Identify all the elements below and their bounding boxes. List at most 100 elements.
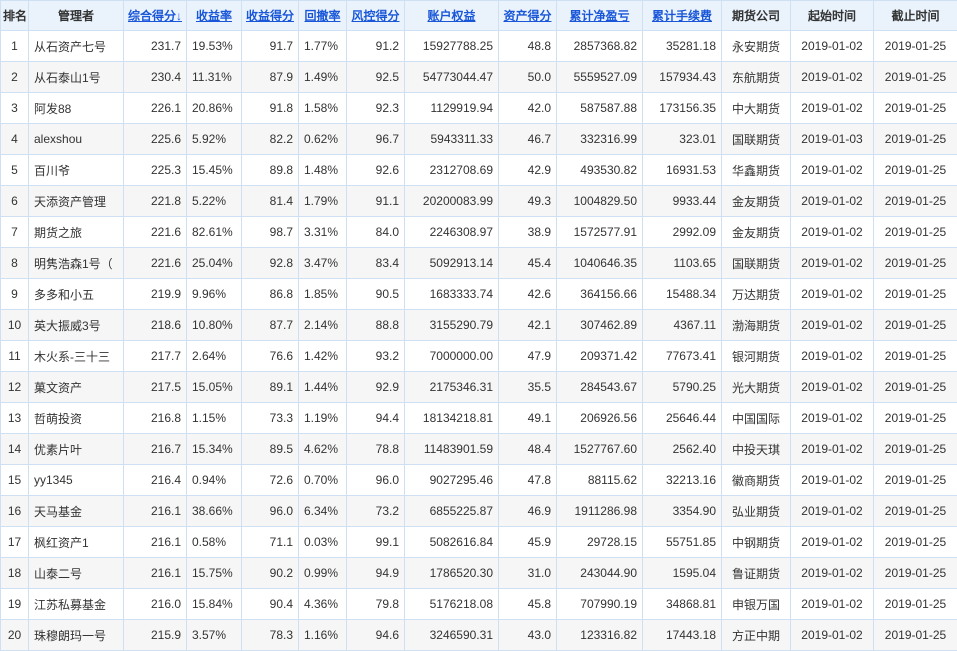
cell-equity: 9027295.46 [405, 465, 499, 496]
cell-fees: 9933.44 [643, 186, 722, 217]
cell-end: 2019-01-25 [874, 403, 957, 434]
sort-return-score-link[interactable]: 收益得分 [246, 9, 294, 23]
cell-return-score: 96.0 [242, 496, 299, 527]
sort-score-link[interactable]: 综合得分↓ [128, 9, 182, 23]
cell-start: 2019-01-02 [791, 496, 874, 527]
cell-manager: alexshou [29, 124, 124, 155]
header-return-score[interactable]: 收益得分 [242, 1, 299, 31]
sort-fees-link[interactable]: 累计手续费 [652, 9, 712, 23]
cell-return: 11.31% [187, 62, 242, 93]
cell-manager: 从石资产七号 [29, 31, 124, 62]
cell-end: 2019-01-25 [874, 248, 957, 279]
cell-fees: 2992.09 [643, 217, 722, 248]
sort-equity-link[interactable]: 账户权益 [427, 9, 475, 23]
cell-fees: 17443.18 [643, 620, 722, 651]
cell-return: 2.64% [187, 341, 242, 372]
cell-score: 217.5 [124, 372, 187, 403]
cell-net-profit: 284543.67 [557, 372, 643, 403]
cell-fees: 157934.43 [643, 62, 722, 93]
cell-rank: 17 [1, 527, 29, 558]
table-row: 14优素片叶216.715.34%89.54.62%78.811483901.5… [1, 434, 957, 465]
cell-net-profit: 307462.89 [557, 310, 643, 341]
cell-company: 弘业期货 [722, 496, 791, 527]
cell-drawdown: 1.79% [299, 186, 347, 217]
cell-rank: 14 [1, 434, 29, 465]
cell-return: 0.94% [187, 465, 242, 496]
sort-drawdown-link[interactable]: 回撤率 [304, 9, 340, 23]
cell-start: 2019-01-02 [791, 558, 874, 589]
cell-fees: 34868.81 [643, 589, 722, 620]
cell-net-profit: 1572577.91 [557, 217, 643, 248]
sort-risk-score-link[interactable]: 风控得分 [351, 9, 399, 23]
table-row: 11木火系-三十三217.72.64%76.61.42%93.27000000.… [1, 341, 957, 372]
cell-start: 2019-01-02 [791, 62, 874, 93]
cell-score: 216.1 [124, 527, 187, 558]
cell-return-score: 90.4 [242, 589, 299, 620]
cell-fees: 323.01 [643, 124, 722, 155]
cell-end: 2019-01-25 [874, 62, 957, 93]
cell-rank: 9 [1, 279, 29, 310]
cell-risk-score: 90.5 [347, 279, 405, 310]
cell-fees: 32213.16 [643, 465, 722, 496]
cell-company: 中钢期货 [722, 527, 791, 558]
table-row: 16天马基金216.138.66%96.06.34%73.26855225.87… [1, 496, 957, 527]
cell-manager: 木火系-三十三 [29, 341, 124, 372]
cell-start: 2019-01-02 [791, 527, 874, 558]
cell-asset-score: 46.7 [499, 124, 557, 155]
cell-equity: 2312708.69 [405, 155, 499, 186]
cell-drawdown: 2.14% [299, 310, 347, 341]
cell-company: 金友期货 [722, 217, 791, 248]
cell-score: 225.3 [124, 155, 187, 186]
header-asset-score[interactable]: 资产得分 [499, 1, 557, 31]
header-equity[interactable]: 账户权益 [405, 1, 499, 31]
header-drawdown[interactable]: 回撤率 [299, 1, 347, 31]
sort-asset-score-link[interactable]: 资产得分 [503, 9, 551, 23]
cell-manager: 天马基金 [29, 496, 124, 527]
cell-risk-score: 93.2 [347, 341, 405, 372]
sort-net-profit-link[interactable]: 累计净盈亏 [569, 9, 629, 23]
table-row: 12菓文资产217.515.05%89.11.44%92.92175346.31… [1, 372, 957, 403]
cell-drawdown: 1.16% [299, 620, 347, 651]
cell-score: 218.6 [124, 310, 187, 341]
header-row: 排名 管理者 综合得分↓ 收益率 收益得分 回撤率 风控得分 账户权益 资产得分… [1, 1, 957, 31]
table-body: 1从石资产七号231.719.53%91.71.77%91.215927788.… [1, 31, 957, 651]
cell-fees: 35281.18 [643, 31, 722, 62]
cell-return: 10.80% [187, 310, 242, 341]
cell-net-profit: 332316.99 [557, 124, 643, 155]
cell-drawdown: 1.42% [299, 341, 347, 372]
cell-return: 1.15% [187, 403, 242, 434]
header-return[interactable]: 收益率 [187, 1, 242, 31]
cell-company: 方正中期 [722, 620, 791, 651]
cell-fees: 25646.44 [643, 403, 722, 434]
cell-start: 2019-01-03 [791, 124, 874, 155]
cell-manager: 多多和小五 [29, 279, 124, 310]
cell-end: 2019-01-25 [874, 434, 957, 465]
cell-fees: 15488.34 [643, 279, 722, 310]
header-net-profit[interactable]: 累计净盈亏 [557, 1, 643, 31]
table-header: 排名 管理者 综合得分↓ 收益率 收益得分 回撤率 风控得分 账户权益 资产得分… [1, 1, 957, 31]
cell-start: 2019-01-02 [791, 341, 874, 372]
cell-company: 国联期货 [722, 124, 791, 155]
cell-start: 2019-01-02 [791, 403, 874, 434]
cell-return: 5.22% [187, 186, 242, 217]
cell-end: 2019-01-25 [874, 93, 957, 124]
cell-drawdown: 0.03% [299, 527, 347, 558]
header-score[interactable]: 综合得分↓ [124, 1, 187, 31]
ranking-table: 排名 管理者 综合得分↓ 收益率 收益得分 回撤率 风控得分 账户权益 资产得分… [0, 0, 957, 651]
header-risk-score[interactable]: 风控得分 [347, 1, 405, 31]
cell-return: 5.92% [187, 124, 242, 155]
cell-equity: 18134218.81 [405, 403, 499, 434]
cell-risk-score: 94.4 [347, 403, 405, 434]
cell-equity: 11483901.59 [405, 434, 499, 465]
cell-return-score: 90.2 [242, 558, 299, 589]
cell-risk-score: 94.6 [347, 620, 405, 651]
cell-score: 216.1 [124, 496, 187, 527]
cell-equity: 5092913.14 [405, 248, 499, 279]
cell-rank: 4 [1, 124, 29, 155]
cell-end: 2019-01-25 [874, 186, 957, 217]
sort-return-link[interactable]: 收益率 [196, 9, 232, 23]
cell-drawdown: 1.44% [299, 372, 347, 403]
header-fees[interactable]: 累计手续费 [643, 1, 722, 31]
cell-start: 2019-01-02 [791, 589, 874, 620]
cell-fees: 1103.65 [643, 248, 722, 279]
